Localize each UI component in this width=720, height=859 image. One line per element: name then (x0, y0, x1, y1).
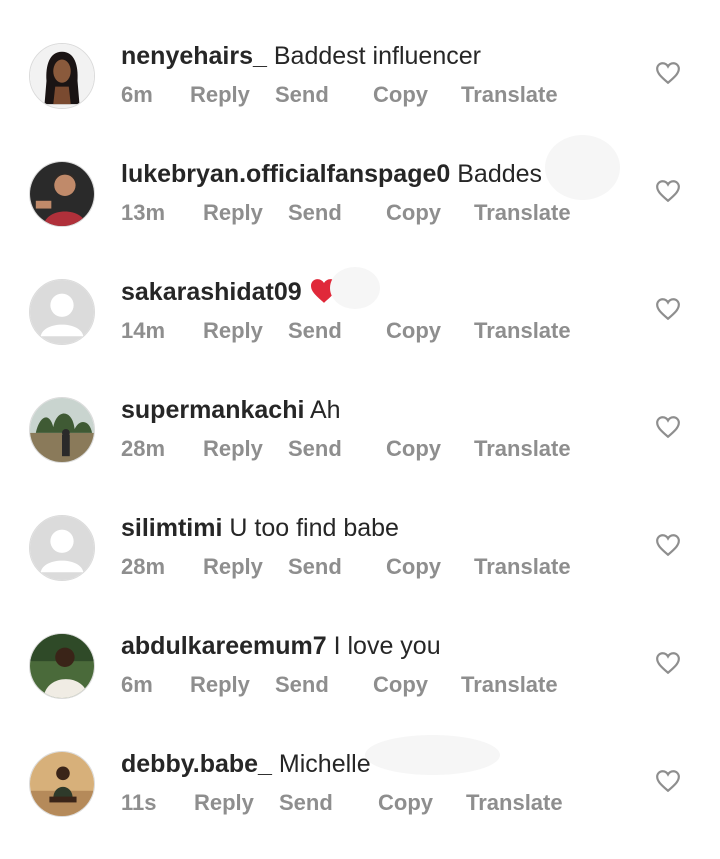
comment-text: Michelle (278, 750, 371, 778)
copy-button[interactable]: Copy (386, 318, 441, 344)
avatar[interactable] (29, 161, 95, 227)
send-button[interactable]: Send (288, 318, 342, 344)
comment-item: abdulkareemum7 I love you 6m Reply Send … (0, 623, 720, 741)
like-heart-icon[interactable] (655, 297, 681, 321)
comment-username[interactable]: lukebryan.officialfanspage0 (121, 160, 450, 188)
redaction-smudge (545, 135, 620, 200)
translate-button[interactable]: Translate (474, 436, 571, 462)
comment-item: sakarashidat09 14m Reply Send Copy Trans… (0, 267, 720, 387)
avatar[interactable] (29, 633, 95, 699)
comment-time: 28m (121, 554, 166, 579)
avatar[interactable] (29, 279, 95, 345)
comment-time: 13m (121, 200, 166, 225)
comment-time: 6m (121, 82, 153, 107)
like-heart-icon[interactable] (655, 179, 681, 203)
redaction-smudge (365, 735, 500, 775)
reply-button[interactable]: Reply (190, 672, 250, 698)
comment-item: silimtimi U too find babe 28m Reply Send… (0, 505, 720, 623)
avatar[interactable] (29, 515, 95, 581)
translate-button[interactable]: Translate (474, 554, 571, 580)
comment-text: Ah (310, 396, 341, 424)
translate-button[interactable]: Translate (461, 672, 558, 698)
comment-text: Baddest (457, 160, 541, 188)
translate-button[interactable]: Translate (474, 318, 571, 344)
like-heart-icon[interactable] (655, 533, 681, 557)
copy-button[interactable]: Copy (373, 82, 428, 108)
like-heart-icon[interactable] (655, 61, 681, 85)
comment-item: supermankachi Ah 28m Reply Send Copy Tra… (0, 387, 720, 505)
comment-username[interactable]: sakarashidat09 (121, 278, 302, 306)
copy-button[interactable]: Copy (373, 672, 428, 698)
comment-item: debby.babe_ Michelle 11s Reply Send Copy… (0, 735, 720, 859)
like-heart-icon[interactable] (655, 415, 681, 439)
comment-time: 6m (121, 672, 153, 697)
send-button[interactable]: Send (275, 672, 329, 698)
avatar[interactable] (29, 43, 95, 109)
avatar[interactable] (29, 751, 95, 817)
reply-button[interactable]: Reply (190, 82, 250, 108)
comment-username[interactable]: nenyehairs_ (121, 42, 267, 70)
copy-button[interactable]: Copy (386, 436, 441, 462)
like-heart-icon[interactable] (655, 769, 681, 793)
comment-time: 28m (121, 436, 166, 461)
translate-button[interactable]: Translate (474, 200, 571, 226)
translate-button[interactable]: Translate (461, 82, 558, 108)
redaction-smudge (330, 267, 380, 309)
comment-text: U too find babe (229, 514, 399, 542)
reply-button[interactable]: Reply (203, 554, 263, 580)
avatar[interactable] (29, 397, 95, 463)
reply-button[interactable]: Reply (203, 436, 263, 462)
comment-username[interactable]: supermankachi (121, 396, 304, 424)
comment-time: 14m (121, 318, 166, 343)
comment-text: I love you (333, 632, 441, 660)
copy-button[interactable]: Copy (378, 790, 433, 816)
reply-button[interactable]: Reply (203, 200, 263, 226)
comment-username[interactable]: silimtimi (121, 514, 222, 542)
send-button[interactable]: Send (288, 436, 342, 462)
comment-time: 11s (121, 790, 157, 815)
comment-item: nenyehairs_ Baddest influencer 6m Reply … (0, 33, 720, 151)
copy-button[interactable]: Copy (386, 200, 441, 226)
send-button[interactable]: Send (288, 554, 342, 580)
reply-button[interactable]: Reply (203, 318, 263, 344)
send-button[interactable]: Send (279, 790, 333, 816)
comment-text: Baddest influencer (273, 42, 481, 70)
like-heart-icon[interactable] (655, 651, 681, 675)
send-button[interactable]: Send (288, 200, 342, 226)
reply-button[interactable]: Reply (194, 790, 254, 816)
comment-item: lukebryan.officialfanspage0 Baddest 13m … (0, 135, 720, 269)
comment-list: nenyehairs_ Baddest influencer 6m Reply … (0, 0, 720, 828)
comment-username[interactable]: abdulkareemum7 (121, 632, 327, 660)
translate-button[interactable]: Translate (466, 790, 563, 816)
send-button[interactable]: Send (275, 82, 329, 108)
comment-username[interactable]: debby.babe_ (121, 750, 272, 778)
copy-button[interactable]: Copy (386, 554, 441, 580)
